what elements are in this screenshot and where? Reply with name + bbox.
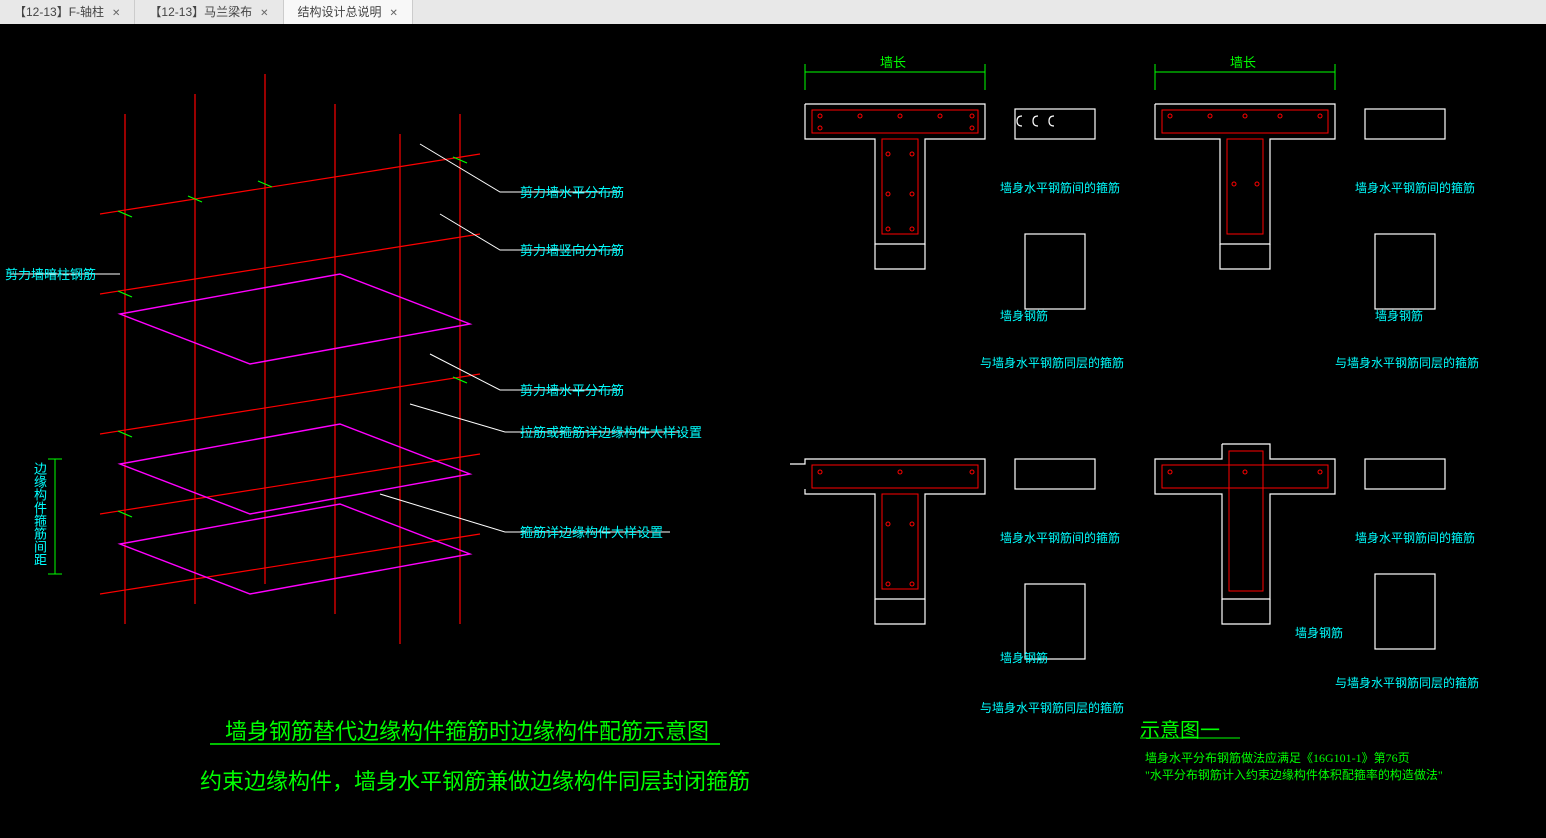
tab-label: 【12-13】马兰梁布 bbox=[149, 5, 252, 19]
tab-label: 结构设计总说明 bbox=[298, 5, 382, 19]
title-right: 示意图一 bbox=[1140, 714, 1220, 743]
sec-a3-1: 与墙身水平钢筋同层的箍筋 bbox=[980, 354, 1124, 371]
note-2: "水平分布钢筋计入约束边缘构件体积配箍率的构造做法" bbox=[1145, 766, 1443, 783]
sec-a3-3: 与墙身水平钢筋同层的箍筋 bbox=[980, 699, 1124, 716]
tab-label: 【12-13】F-轴柱 bbox=[14, 5, 104, 19]
section-details bbox=[760, 44, 1540, 744]
note-1: 墙身水平分布钢筋做法应满足《16G101-1》第76页 bbox=[1145, 749, 1410, 766]
sec-a2-2: 墙身钢筋 bbox=[1375, 307, 1423, 324]
sec-a2-1: 墙身钢筋 bbox=[1000, 307, 1048, 324]
ann-5: 箍筋详边缘构件大样设置 bbox=[520, 522, 663, 541]
tab-3[interactable]: 结构设计总说明 ✕ bbox=[284, 0, 413, 24]
close-icon[interactable]: ✕ bbox=[112, 8, 120, 19]
close-icon[interactable]: ✕ bbox=[260, 8, 268, 19]
sec-a1-3: 墙身水平钢筋间的箍筋 bbox=[1000, 529, 1120, 546]
ann-3: 剪力墙水平分布筋 bbox=[520, 380, 624, 399]
iso-rebar-diagram bbox=[0, 44, 750, 724]
sec-a2-4: 墙身钢筋 bbox=[1295, 624, 1343, 641]
label-left: 剪力墙暗柱钢筋 bbox=[5, 264, 96, 283]
sec-a3-2: 与墙身水平钢筋同层的箍筋 bbox=[1335, 354, 1479, 371]
close-icon[interactable]: ✕ bbox=[390, 8, 398, 19]
dim-wall-len-1: 墙长 bbox=[880, 52, 906, 71]
title-underline bbox=[190, 736, 890, 796]
ann-4: 拉筋或箍筋详边缘构件大样设置 bbox=[520, 422, 702, 441]
document-tabs: 【12-13】F-轴柱 ✕ 【12-13】马兰梁布 ✕ 结构设计总说明 ✕ bbox=[0, 0, 1546, 24]
sec-a2-3: 墙身钢筋 bbox=[1000, 649, 1048, 666]
sec-a1-4: 墙身水平钢筋间的箍筋 bbox=[1355, 529, 1475, 546]
ann-2: 剪力墙竖向分布筋 bbox=[520, 240, 624, 259]
sec-a1-2: 墙身水平钢筋间的箍筋 bbox=[1355, 179, 1475, 196]
drawing-canvas[interactable]: 边缘构件箍筋间距 剪力墙暗柱钢筋 剪力墙水平分布筋 剪力墙竖向分布筋 剪力墙水平… bbox=[0, 24, 1546, 838]
label-vert-spacing: 边缘构件箍筋间距 bbox=[30, 462, 49, 566]
sec-a3-4: 与墙身水平钢筋同层的箍筋 bbox=[1335, 674, 1479, 691]
dim-wall-len-2: 墙长 bbox=[1230, 52, 1256, 71]
tab-2[interactable]: 【12-13】马兰梁布 ✕ bbox=[135, 0, 283, 24]
sec-a1-1: 墙身水平钢筋间的箍筋 bbox=[1000, 179, 1120, 196]
tab-1[interactable]: 【12-13】F-轴柱 ✕ bbox=[0, 0, 135, 24]
ann-1: 剪力墙水平分布筋 bbox=[520, 182, 624, 201]
